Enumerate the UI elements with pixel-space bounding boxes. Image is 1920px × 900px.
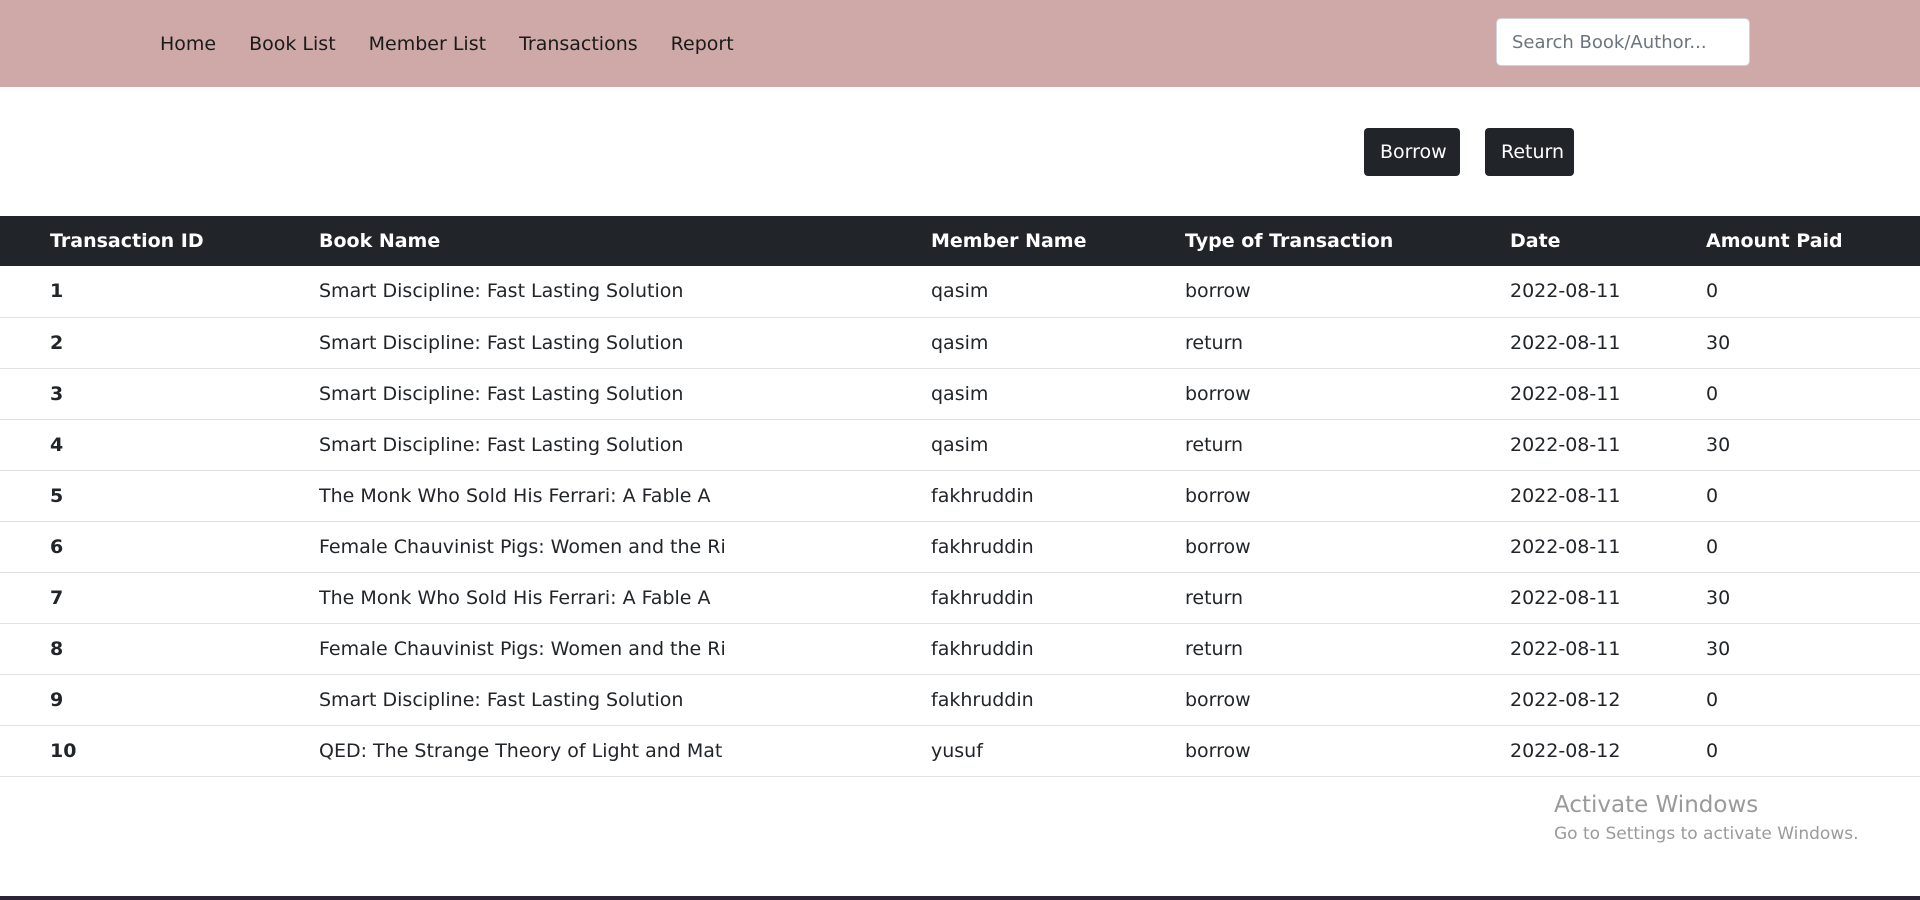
table-row: 7 The Monk Who Sold His Ferrari: A Fable… [0,572,1920,623]
watermark-subtitle: Go to Settings to activate Windows. [1554,824,1859,844]
cell-transaction-type: borrow [1185,484,1251,507]
header-date: Date [1510,230,1561,252]
header-transaction-id: Transaction ID [50,230,204,252]
cell-book-name: Smart Discipline: Fast Lasting Solution [319,688,684,711]
table-row: 6 Female Chauvinist Pigs: Women and the … [0,521,1920,572]
cell-amount-paid: 0 [1706,739,1719,762]
cell-transaction-type: return [1185,637,1244,660]
cell-member-name: fakhruddin [931,484,1034,507]
cell-transaction-type: borrow [1185,535,1251,558]
cell-date: 2022-08-11 [1510,484,1621,507]
nav-link-book-list[interactable]: Book List [249,33,336,55]
nav-links: Home Book List Member List Transactions … [160,0,767,87]
nav-link-home[interactable]: Home [160,33,216,55]
table-row: 5 The Monk Who Sold His Ferrari: A Fable… [0,470,1920,521]
cell-transaction-id: 6 [50,535,64,558]
table-row: 2 Smart Discipline: Fast Lasting Solutio… [0,317,1920,368]
cell-transaction-type: borrow [1185,739,1251,762]
cell-transaction-id: 10 [50,739,77,762]
cell-date: 2022-08-11 [1510,586,1621,609]
cell-book-name: Smart Discipline: Fast Lasting Solution [319,433,684,456]
cell-date: 2022-08-11 [1510,280,1621,303]
table-header-row: Transaction ID Book Name Member Name Typ… [0,216,1920,266]
cell-date: 2022-08-11 [1510,535,1621,558]
table-row: 3 Smart Discipline: Fast Lasting Solutio… [0,368,1920,419]
cell-date: 2022-08-11 [1510,637,1621,660]
cell-amount-paid: 30 [1706,433,1731,456]
cell-transaction-type: return [1185,433,1244,456]
nav-link-transactions[interactable]: Transactions [519,33,638,55]
cell-book-name: Smart Discipline: Fast Lasting Solution [319,280,684,303]
cell-member-name: fakhruddin [931,586,1034,609]
table-row: 10 QED: The Strange Theory of Light and … [0,725,1920,776]
cell-member-name: qasim [931,280,989,303]
cell-transaction-type: borrow [1185,382,1251,405]
cell-date: 2022-08-11 [1510,331,1621,354]
cell-book-name: Female Chauvinist Pigs: Women and the Ri [319,535,726,558]
cell-transaction-type: borrow [1185,688,1251,711]
cell-book-name: Female Chauvinist Pigs: Women and the Ri [319,637,726,660]
cell-transaction-id: 4 [50,433,64,456]
cell-member-name: fakhruddin [931,535,1034,558]
table-row: 1 Smart Discipline: Fast Lasting Solutio… [0,266,1920,317]
cell-transaction-type: return [1185,586,1244,609]
cell-book-name: The Monk Who Sold His Ferrari: A Fable A [319,484,711,507]
transactions-table: Transaction ID Book Name Member Name Typ… [0,216,1920,777]
cell-amount-paid: 30 [1706,331,1731,354]
nav-link-report[interactable]: Report [671,33,734,55]
cell-transaction-id: 8 [50,637,64,660]
cell-transaction-id: 7 [50,586,64,609]
cell-transaction-type: borrow [1185,280,1251,303]
cell-member-name: fakhruddin [931,637,1034,660]
header-member-name: Member Name [931,230,1087,252]
cell-amount-paid: 30 [1706,637,1731,660]
header-transaction-type: Type of Transaction [1185,230,1394,252]
cell-member-name: qasim [931,433,989,456]
cell-amount-paid: 30 [1706,586,1731,609]
cell-transaction-type: return [1185,331,1244,354]
cell-date: 2022-08-12 [1510,739,1621,762]
table-row: 8 Female Chauvinist Pigs: Women and the … [0,623,1920,674]
cell-book-name: Smart Discipline: Fast Lasting Solution [319,382,684,405]
nav-link-member-list[interactable]: Member List [369,33,486,55]
borrow-button[interactable]: Borrow [1364,128,1460,176]
cell-amount-paid: 0 [1706,382,1719,405]
cell-transaction-id: 1 [50,280,64,303]
cell-member-name: fakhruddin [931,688,1034,711]
cell-book-name: Smart Discipline: Fast Lasting Solution [319,331,684,354]
cell-amount-paid: 0 [1706,280,1719,303]
return-button[interactable]: Return [1485,128,1574,176]
cell-transaction-id: 9 [50,688,64,711]
cell-transaction-id: 3 [50,382,64,405]
table-row: 9 Smart Discipline: Fast Lasting Solutio… [0,674,1920,725]
navbar: Home Book List Member List Transactions … [0,0,1920,87]
cell-date: 2022-08-11 [1510,382,1621,405]
cell-amount-paid: 0 [1706,484,1719,507]
activate-windows-watermark: Activate Windows Go to Settings to activ… [1554,792,1859,844]
cell-amount-paid: 0 [1706,535,1719,558]
table-row: 4 Smart Discipline: Fast Lasting Solutio… [0,419,1920,470]
cell-book-name: QED: The Strange Theory of Light and Mat [319,739,723,762]
watermark-title: Activate Windows [1554,792,1759,818]
table-header: Transaction ID Book Name Member Name Typ… [0,216,1920,266]
header-amount-paid: Amount Paid [1706,230,1843,252]
cell-member-name: qasim [931,331,989,354]
taskbar-edge [0,896,1920,900]
cell-member-name: yusuf [931,739,983,762]
table-body: 1 Smart Discipline: Fast Lasting Solutio… [0,266,1920,776]
cell-transaction-id: 5 [50,484,64,507]
search-input[interactable] [1496,18,1750,66]
cell-date: 2022-08-12 [1510,688,1621,711]
cell-date: 2022-08-11 [1510,433,1621,456]
cell-amount-paid: 0 [1706,688,1719,711]
cell-member-name: qasim [931,382,989,405]
header-book-name: Book Name [319,230,441,252]
cell-book-name: The Monk Who Sold His Ferrari: A Fable A [319,586,711,609]
cell-transaction-id: 2 [50,331,64,354]
